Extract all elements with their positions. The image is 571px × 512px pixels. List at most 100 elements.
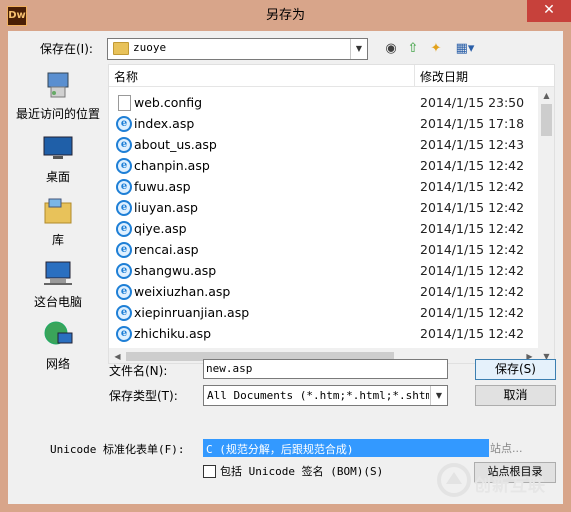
file-date: 2014/1/15 12:42 (420, 305, 525, 320)
ie-file-icon: e (116, 158, 132, 174)
ie-file-icon: e (116, 221, 132, 237)
list-item[interactable]: web.config 2014/1/15 23:50 (109, 93, 539, 114)
save-button[interactable]: 保存(S) (475, 359, 556, 380)
list-item[interactable]: e shangwu.asp 2014/1/15 12:42 (109, 261, 539, 282)
places-bar: 最近访问的位置 桌面 库 这台电脑 网络 (8, 65, 108, 371)
filetype-select[interactable]: All Documents (*.htm;*.html;*.shtm;*. ▼ (203, 385, 448, 406)
chevron-down-icon[interactable]: ▼ (350, 39, 367, 59)
file-name: about_us.asp (134, 137, 217, 152)
filename-label: 文件名(N): (109, 364, 168, 378)
ie-file-icon: e (116, 305, 132, 321)
place-recent[interactable]: 最近访问的位置 (8, 69, 108, 129)
file-date: 2014/1/15 12:42 (420, 179, 525, 194)
file-date: 2014/1/15 17:18 (420, 116, 525, 131)
column-separator[interactable] (414, 65, 415, 87)
file-name: liuyan.asp (134, 200, 198, 215)
file-name: fuwu.asp (134, 179, 191, 194)
watermark-text: 创新互联 (474, 476, 546, 496)
ie-file-icon: e (116, 326, 132, 342)
list-item[interactable]: e liuyan.asp 2014/1/15 12:42 (109, 198, 539, 219)
vertical-scrollbar[interactable]: ▲ ▼ (538, 87, 554, 363)
unicode-select[interactable]: C (规范分解，后跟规范合成) (203, 439, 489, 457)
place-label: 网络 (45, 357, 70, 371)
document-file-icon (118, 95, 131, 111)
file-date: 2014/1/15 23:50 (420, 95, 525, 110)
scroll-thumb[interactable] (541, 104, 552, 136)
folder-icon (113, 42, 129, 55)
site-root-label: 站点... (490, 442, 523, 455)
list-item[interactable]: e xiepinruanjian.asp 2014/1/15 12:42 (109, 303, 539, 324)
file-date: 2014/1/15 12:43 (420, 137, 525, 152)
recent-places-icon (47, 72, 69, 98)
file-name: rencai.asp (134, 242, 199, 257)
list-item[interactable]: e index.asp 2014/1/15 17:18 (109, 114, 539, 135)
file-name: qiye.asp (134, 221, 187, 236)
file-name: xiepinruanjian.asp (134, 305, 250, 320)
scroll-left-icon[interactable]: ◀ (109, 348, 126, 363)
chevron-down-icon[interactable]: ▼ (430, 386, 447, 405)
save-as-dialog: Dw 另存为 ✕ 保存在(I): zuoye ▼ ◉ ⇧ ✦ ▦▾ 最近访问的位… (0, 0, 571, 512)
back-icon[interactable]: ◉ (382, 40, 400, 58)
list-header: 名称 修改日期 (109, 65, 554, 87)
place-this-pc[interactable]: 这台电脑 (8, 257, 108, 317)
file-date: 2014/1/15 12:42 (420, 158, 525, 173)
dialog-client: 保存在(I): zuoye ▼ ◉ ⇧ ✦ ▦▾ 最近访问的位置 桌面 库 这台… (8, 31, 563, 504)
ie-file-icon: e (116, 137, 132, 153)
save-in-folder: zuoye (133, 41, 167, 54)
file-date: 2014/1/15 12:42 (420, 263, 525, 278)
save-in-combo[interactable]: zuoye ▼ (107, 38, 368, 60)
file-name: web.config (134, 95, 203, 110)
list-item[interactable]: e weixiuzhan.asp 2014/1/15 12:42 (109, 282, 539, 303)
new-folder-icon[interactable]: ✦ (427, 40, 445, 58)
close-button[interactable]: ✕ (527, 0, 571, 22)
file-list[interactable]: 名称 修改日期 web.config 2014/1/15 23:50 e index.… (108, 64, 555, 364)
place-library[interactable]: 库 (8, 195, 108, 255)
library-icon (44, 198, 72, 224)
list-item[interactable]: e qiye.asp 2014/1/15 12:42 (109, 219, 539, 240)
save-in-label: 保存在(I): (40, 42, 93, 56)
column-header-name[interactable]: 名称 (114, 68, 138, 85)
file-name: weixiuzhan.asp (134, 284, 231, 299)
place-label: 库 (51, 233, 64, 247)
filetype-value: All Documents (*.htm;*.html;*.shtm;*. (207, 389, 429, 402)
file-name: zhichiku.asp (134, 326, 212, 341)
file-date: 2014/1/15 12:42 (420, 200, 525, 215)
list-item[interactable]: e chanpin.asp 2014/1/15 12:42 (109, 156, 539, 177)
file-date: 2014/1/15 12:42 (420, 284, 525, 299)
dialog-title: 另存为 (265, 8, 305, 23)
place-desktop[interactable]: 桌面 (8, 132, 108, 192)
file-date: 2014/1/15 12:42 (420, 242, 525, 257)
file-name: index.asp (134, 116, 195, 131)
list-item[interactable]: e rencai.asp 2014/1/15 12:42 (109, 240, 539, 261)
ie-file-icon: e (116, 263, 132, 279)
filetype-label: 保存类型(T): (109, 389, 178, 403)
title-bar[interactable]: Dw 另存为 ✕ (0, 0, 571, 32)
unicode-label: Unicode 标准化表单(F): (50, 443, 185, 456)
desktop-icon (43, 136, 73, 159)
ie-file-icon: e (116, 242, 132, 258)
watermark-logo-icon (437, 463, 471, 497)
file-name: shangwu.asp (134, 263, 217, 278)
ie-file-icon: e (116, 179, 132, 195)
file-date: 2014/1/15 12:42 (420, 326, 525, 341)
place-label: 桌面 (45, 170, 70, 184)
place-label: 这台电脑 (33, 295, 82, 309)
list-item[interactable]: e zhichiku.asp 2014/1/15 12:42 (109, 324, 539, 345)
filename-input[interactable]: new.asp (203, 359, 448, 379)
ie-file-icon: e (116, 200, 132, 216)
list-item[interactable]: e fuwu.asp 2014/1/15 12:42 (109, 177, 539, 198)
up-folder-icon[interactable]: ⇧ (404, 40, 422, 58)
view-menu-icon[interactable]: ▦▾ (451, 40, 479, 58)
place-label: 最近访问的位置 (15, 107, 100, 121)
file-date: 2014/1/15 12:42 (420, 221, 525, 236)
bom-label: 包括 Unicode 签名 (BOM)(S) (220, 465, 384, 478)
bom-checkbox[interactable] (203, 465, 216, 478)
place-network[interactable]: 网络 (8, 319, 108, 379)
cancel-button[interactable]: 取消 (475, 385, 556, 406)
network-icon (44, 321, 73, 345)
ie-file-icon: e (116, 284, 132, 300)
list-item[interactable]: e about_us.asp 2014/1/15 12:43 (109, 135, 539, 156)
scroll-up-icon[interactable]: ▲ (538, 87, 554, 104)
column-header-date[interactable]: 修改日期 (420, 68, 468, 85)
ie-file-icon: e (116, 116, 132, 132)
